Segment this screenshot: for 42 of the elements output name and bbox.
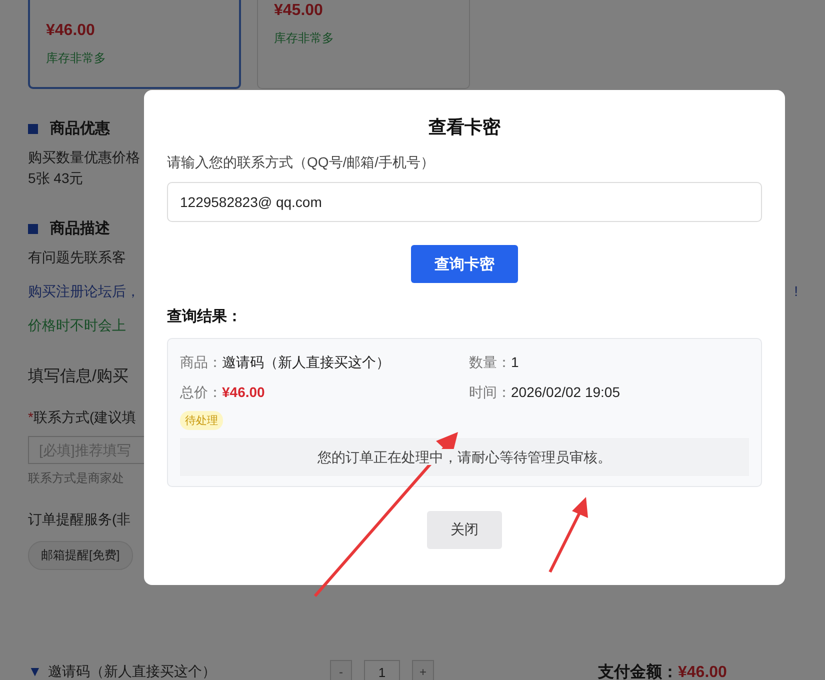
hint-text: 联系方式是商家处 [28, 470, 125, 487]
input-field[interactable]: 1229582823@ qq.com [167, 182, 762, 222]
field-label: 总价： [180, 384, 222, 400]
product-name: 邀请码（新人直接买这个） [48, 663, 216, 680]
quantity-field[interactable]: 1 [364, 660, 400, 680]
field-label: 联系方式(建议填 [33, 409, 136, 425]
text: 5张 43元 [28, 169, 84, 188]
field-value: 2026/02/02 19:05 [511, 384, 620, 400]
field-label: 请输入您的联系方式（QQ号/邮箱/手机号） [167, 154, 436, 172]
total-amount: ¥46.00 [678, 664, 727, 680]
text: 有问题先联系客 [28, 248, 126, 267]
stock-status: 库存非常多 [46, 50, 107, 67]
required-mark: * [28, 409, 34, 425]
collapse-toggle[interactable]: ▼ [28, 663, 42, 680]
status-tag: 待处理 [180, 411, 223, 430]
text: 购买数量优惠价格 [28, 148, 140, 167]
field-label: 商品： [180, 354, 222, 370]
dialog-title: 查看卡密 [427, 116, 502, 139]
form-title: 填写信息/购买 [28, 366, 130, 387]
field-label: 时间： [469, 384, 511, 400]
square-icon [28, 124, 38, 134]
field-value: 1 [511, 354, 519, 370]
result-title: 查询结果： [167, 307, 243, 326]
section-title: 商品优惠 [50, 119, 110, 138]
stock-status: 库存非常多 [274, 30, 335, 47]
option-button[interactable]: 邮箱提醒[免费] [28, 541, 133, 570]
query-button[interactable]: 查询卡密 [411, 245, 518, 283]
price: ¥45.00 [274, 1, 324, 21]
link[interactable]: 购买注册论坛后， [28, 281, 140, 302]
text: 价格时不时会上 [28, 316, 126, 335]
text: ! [794, 282, 798, 301]
close-button[interactable]: 关闭 [427, 511, 502, 549]
decrement-button[interactable]: - [330, 660, 352, 680]
field-value: 邀请码（新人直接买这个） [222, 354, 390, 370]
field-label: 数量： [469, 354, 511, 370]
product-card[interactable]: ¥45.00 库存非常多 [257, 0, 470, 89]
square-icon [28, 224, 38, 234]
section-title: 商品描述 [50, 219, 110, 238]
total-label: 支付金额： [598, 664, 678, 680]
field-value: ¥46.00 [222, 384, 265, 400]
price: ¥46.00 [46, 21, 96, 41]
increment-button[interactable]: + [412, 660, 434, 680]
